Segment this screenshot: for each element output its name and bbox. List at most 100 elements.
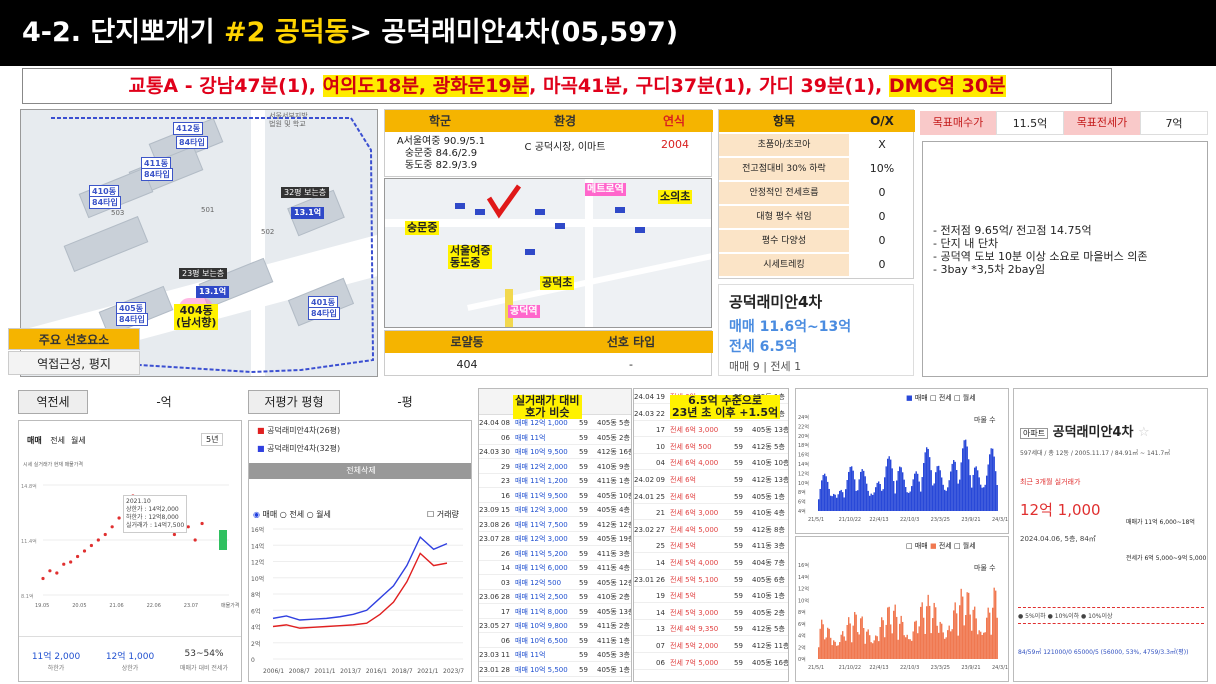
summary-sub: 597세대 / 총 12동 / 2005.11.17 / 84.91㎡ ~ 14… <box>1020 450 1171 457</box>
y-tick: 8억 <box>798 489 806 496</box>
cell: 405동 1층 <box>597 665 630 674</box>
cell: 24.04 <box>479 419 500 427</box>
bar <box>971 487 973 511</box>
cell: 59 <box>579 607 588 616</box>
x-tick: 24/3/14 <box>992 665 1009 671</box>
scatter-point <box>69 560 73 564</box>
bar <box>945 490 947 511</box>
volume-toggle[interactable]: ☐ 거래량 <box>427 509 459 520</box>
bar-legend-top: ■ 매매 □ 전세 □ 월세 <box>906 394 976 402</box>
cell: 매매 12억 3,000 <box>515 535 568 543</box>
chart2-radios[interactable]: ◉ 매매 ○ 전세 ○ 월세 <box>253 509 331 520</box>
scatter-point <box>55 571 59 575</box>
period-select[interactable]: 5년 <box>201 433 224 446</box>
bar <box>941 623 943 659</box>
bar <box>848 617 850 659</box>
y-tick: 12억 <box>798 470 809 477</box>
tab-sale[interactable]: 매매 <box>27 436 42 445</box>
bar <box>992 607 994 659</box>
bar <box>996 617 998 659</box>
bar <box>966 446 968 511</box>
bar <box>839 642 841 659</box>
cell: 13 <box>656 625 665 634</box>
bar <box>915 620 917 659</box>
cell: 22 <box>656 409 665 418</box>
x-tick: 23/3/25 <box>931 665 950 671</box>
checklist-header-ox: O/X <box>849 110 915 132</box>
bar <box>857 490 859 511</box>
bar <box>888 606 890 659</box>
bar <box>942 484 944 511</box>
pref-type-header: 선호 타입 <box>549 331 713 353</box>
bar <box>902 621 904 659</box>
table-row: 23.08 26 매매 11억 7,500 59 412동 12층 <box>479 519 632 532</box>
bar <box>933 602 935 659</box>
bar <box>996 484 998 511</box>
bar <box>834 494 836 511</box>
cell: 59 <box>734 625 743 634</box>
y-tick: 14.8억 <box>21 483 37 490</box>
bar <box>819 628 821 659</box>
cell: 27 <box>656 525 665 534</box>
bar <box>975 466 977 511</box>
bar <box>951 463 953 511</box>
bar <box>983 487 985 511</box>
bar <box>993 456 995 511</box>
bar <box>912 631 914 659</box>
bar <box>864 476 866 511</box>
bar <box>869 495 871 511</box>
legend-32: ■ 공덕래미안4차(32평) <box>257 444 341 453</box>
bar <box>893 480 895 511</box>
cell: 412동 12층 <box>597 520 632 529</box>
table-row: 14 전세 5억 4,000 59 404동 7층 <box>634 557 788 570</box>
bar <box>840 489 842 511</box>
cell: 29 <box>501 462 510 471</box>
y-tick: 16억 <box>251 526 264 534</box>
x-tick: 22.06 <box>147 603 161 609</box>
cell: 412동 16층 <box>597 448 632 456</box>
x-tick: 23/3/25 <box>931 517 950 523</box>
bar <box>957 483 959 511</box>
bar <box>909 491 911 511</box>
bar <box>902 472 904 511</box>
bar <box>987 464 989 511</box>
cell: 19 <box>656 393 665 401</box>
bar <box>867 490 869 511</box>
cell: 매매 10억 5,500 <box>515 665 568 674</box>
cell: 59 <box>579 506 588 514</box>
cell: 전세 5억 3,000 <box>670 608 719 617</box>
bar <box>929 457 931 511</box>
cell: 59 <box>579 578 588 587</box>
delete-all-button[interactable]: 전체삭제 <box>249 463 471 479</box>
bar <box>836 645 838 659</box>
recent-label: 최근 3개월 실거래가 <box>1020 478 1081 486</box>
tab-jeonse[interactable]: 전세 <box>50 436 65 445</box>
cell: 전세 7억 5,000 <box>670 658 719 667</box>
x-tick: 2018/7 <box>392 668 413 675</box>
scatter-point <box>48 569 52 573</box>
cell: 405동 19층 <box>597 535 632 543</box>
table-row: 23.02 27 전세 4억 5,000 59 412동 8층 <box>634 524 788 537</box>
tab-monthly[interactable]: 월세 <box>71 436 86 445</box>
jeonse-value: -억 <box>156 395 172 409</box>
cell: 59 <box>579 549 588 558</box>
table-row: 23.01 28 매매 10억 5,500 59 405동 1층 <box>479 664 631 677</box>
cell: 411동 1층 <box>597 636 630 645</box>
cell: 06 <box>656 658 665 667</box>
cell: 411동 4층 <box>597 564 630 572</box>
bar <box>914 621 916 659</box>
bar <box>965 439 967 511</box>
checklist-item: 초품아/초코아 <box>719 134 849 156</box>
env-value: C 공덕시장, 이마트 <box>524 142 606 153</box>
cell: 59 <box>579 564 588 572</box>
x-tick: 2011/1 <box>314 668 335 675</box>
checklist-item: 시세트레킹 <box>719 254 849 276</box>
bar <box>968 459 970 511</box>
bar <box>860 618 862 659</box>
rent-bar-chart: 0억 2억 4억 6억 8억 10억 12억 14억 16억 21/5/1 21/10/22 22/4… <box>798 562 1009 671</box>
cell: 405동 1층 <box>752 492 785 501</box>
bar <box>917 473 919 511</box>
bar <box>840 634 842 659</box>
bar <box>938 465 940 511</box>
cell: 23.05 <box>479 622 500 630</box>
